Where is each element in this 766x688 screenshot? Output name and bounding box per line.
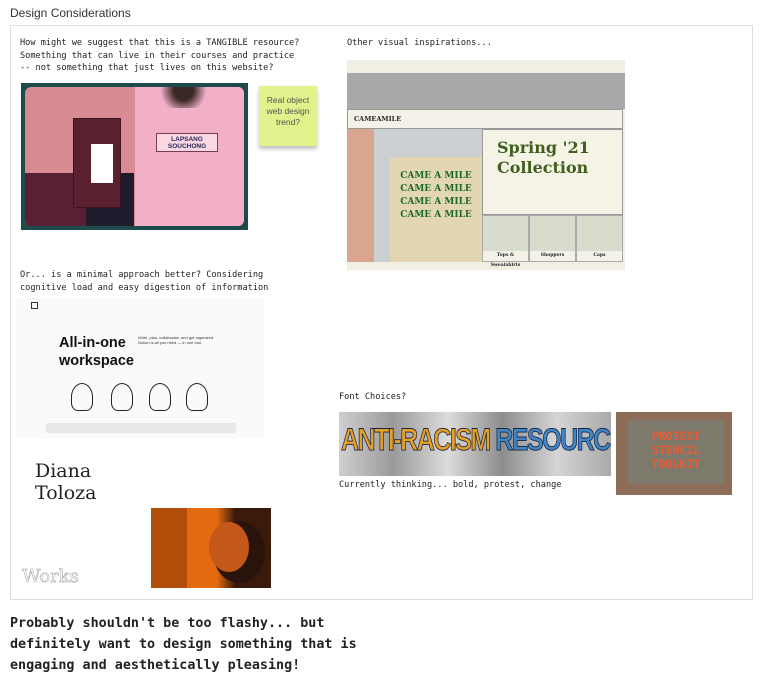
tile: Shoppers: [529, 215, 576, 262]
fonts-heading: Font Choices?: [339, 392, 407, 402]
illustration-person-icon: [71, 383, 93, 411]
fonts-caption: Currently thinking... bold, protest, cha…: [339, 480, 562, 490]
tea-website-image: LAPSANG SOUCHONG: [21, 83, 248, 230]
brand-logo: CAMEAMILE: [347, 109, 623, 129]
notion-image: All-in-one workspace Write, plan, collab…: [16, 298, 264, 438]
tote-bag-text: CAME A MILE CAME A MILE CAME A MILE CAME…: [390, 157, 482, 262]
illustration-person-icon: [111, 383, 133, 411]
tile-label: Shoppers: [530, 251, 575, 261]
page-title: Design Considerations: [10, 6, 131, 20]
tile-label: Tops & Sweatshirts: [483, 251, 528, 268]
portfolio-name: Diana Toloza: [35, 460, 97, 504]
sticky-note[interactable]: Real object web design trend?: [259, 86, 317, 146]
hero-title: Spring '21 Collection: [482, 129, 623, 215]
anti-racism-banner: ANTI-RACISM RESOURCES: [339, 412, 611, 476]
portfolio-works: Works: [22, 566, 79, 588]
banner-word: ANTI-RACISM: [341, 422, 492, 458]
stencil-toolkit-image: PROTEST STENCIL TOOLKIT: [616, 412, 732, 495]
tile: Tops & Sweatshirts: [482, 215, 529, 268]
notion-subtitle: Write, plan, collaborate, and get organi…: [138, 335, 215, 345]
banner-word: RESOURCES: [495, 422, 611, 458]
inspiration-heading: Other visual inspirations...: [347, 38, 492, 48]
stencil-text: PROTEST STENCIL TOOLKIT: [628, 420, 724, 484]
footer-note: Probably shouldn't be too flashy... but …: [10, 616, 357, 673]
portfolio-image: Diana Toloza Works: [22, 448, 271, 588]
tile: Caps: [576, 215, 623, 262]
minimal-question: Or... is a minimal approach better? Cons…: [20, 270, 269, 293]
illustration-person-icon: [186, 383, 208, 411]
tangible-question: How might we suggest that this is a TANG…: [20, 38, 300, 73]
tea-label: LAPSANG SOUCHONG: [156, 132, 218, 153]
cameamile-image: CAMEAMILE CAME A MILE CAME A MILE CAME A…: [347, 60, 625, 270]
illustration-person-icon: [149, 383, 171, 411]
notion-logo-icon: [31, 302, 38, 309]
tile-label: Caps: [577, 251, 622, 261]
notion-heading: All-in-one workspace: [59, 335, 134, 369]
